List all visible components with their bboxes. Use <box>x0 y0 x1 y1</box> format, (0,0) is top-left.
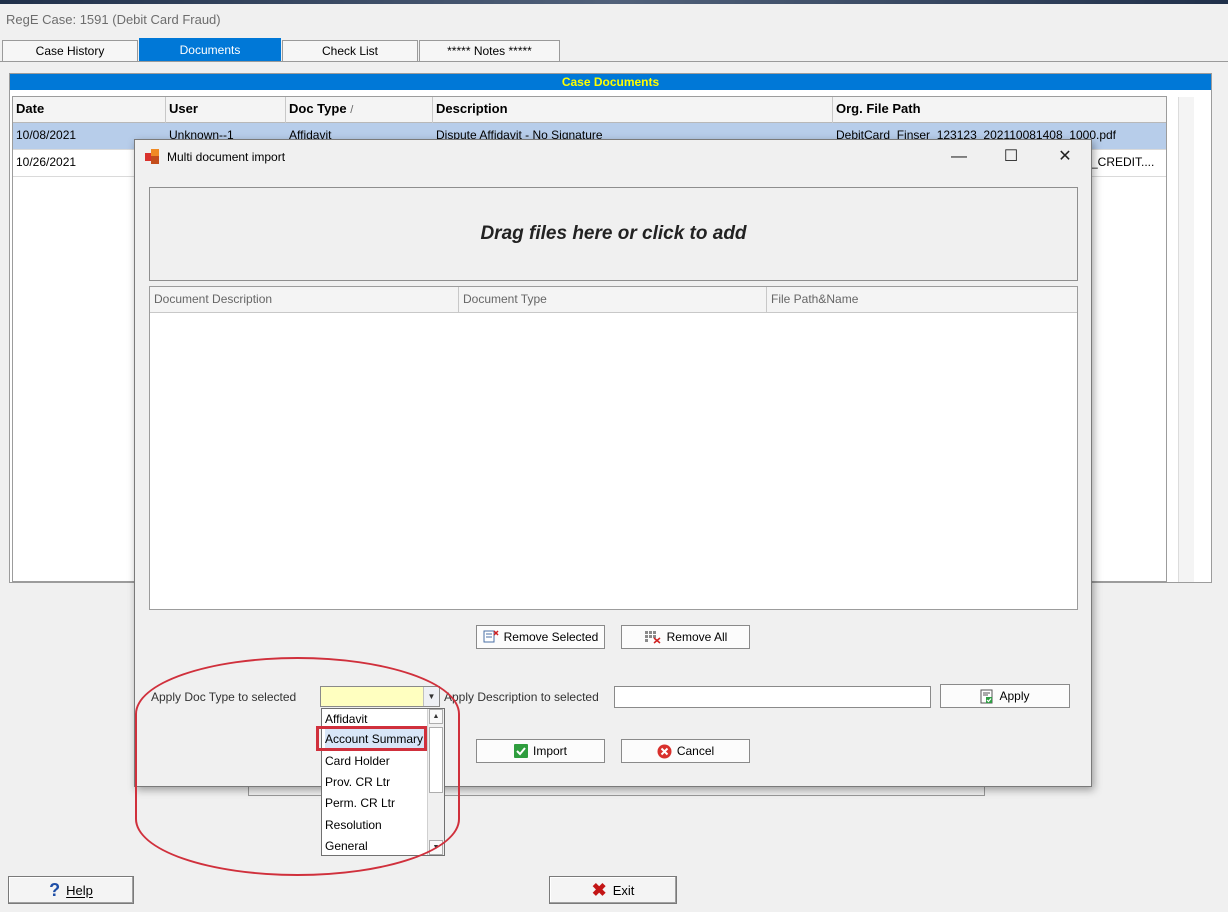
col-file-path[interactable]: Org. File Path <box>833 97 1166 123</box>
multi-document-import-dialog: Multi document import — ☐ ✕ Drag files h… <box>134 139 1092 856</box>
import-label: Import <box>532 744 567 758</box>
scroll-down-icon[interactable]: ▼ <box>429 840 443 855</box>
panel-scrollbar[interactable] <box>1178 97 1194 582</box>
case-documents-header: Case Documents <box>10 74 1211 90</box>
col-file-path-name[interactable]: File Path&Name <box>767 287 1077 313</box>
exit-label: Exit <box>612 882 635 898</box>
dropdown-option-prov-cr-ltr[interactable]: Prov. CR Ltr <box>325 772 390 792</box>
apply-icon <box>980 689 993 703</box>
cell-file-path: _CREDIT.... <box>1091 155 1155 169</box>
col-date[interactable]: Date <box>13 97 166 123</box>
tab-documents[interactable]: Documents <box>139 38 281 62</box>
description-input[interactable] <box>614 686 931 708</box>
help-icon: ? <box>49 879 61 900</box>
dropdown-option-perm-cr-ltr[interactable]: Perm. CR Ltr <box>325 793 395 813</box>
tab-notes[interactable]: ***** Notes ***** <box>419 40 560 62</box>
tab-divider <box>0 61 1228 62</box>
dropdown-scrollbar[interactable]: ▲ ▼ <box>427 709 444 855</box>
col-document-description[interactable]: Document Description <box>150 287 459 313</box>
window-top-strip <box>0 0 1228 4</box>
apply-doctype-label: Apply Doc Type to selected <box>151 690 297 704</box>
exit-icon: ✖ <box>591 879 607 900</box>
cancel-button[interactable]: Cancel <box>621 739 750 763</box>
col-description[interactable]: Description <box>433 97 833 123</box>
help-button[interactable]: ? Help <box>8 876 134 904</box>
dropdown-option-general[interactable]: General <box>325 836 368 856</box>
maximize-icon[interactable]: ☐ <box>991 144 1031 170</box>
dropdown-option-affidavit[interactable]: Affidavit <box>325 709 367 729</box>
apply-button[interactable]: Apply <box>940 684 1070 708</box>
import-button[interactable]: Import <box>476 739 605 763</box>
apply-description-label: Apply Description to selected <box>444 690 599 704</box>
col-user[interactable]: User <box>166 97 286 123</box>
col-doc-type-label: Doc Type <box>289 101 347 116</box>
doc-type-combo[interactable]: ▼ <box>320 686 440 707</box>
apply-label: Apply <box>999 689 1030 703</box>
drop-zone-text: Drag files here or click to add <box>480 223 747 244</box>
minimize-icon[interactable]: — <box>939 144 979 170</box>
scroll-up-icon[interactable]: ▲ <box>429 709 443 724</box>
app-icon <box>145 149 161 165</box>
help-label: Help <box>66 882 93 898</box>
scroll-thumb[interactable] <box>429 727 443 793</box>
window-title: RegE Case: 1591 (Debit Card Fraud) <box>6 12 221 27</box>
remove-all-label: Remove All <box>666 630 728 644</box>
sort-indicator-icon: / <box>350 104 354 116</box>
dropdown-option-account-summary[interactable]: Account Summary <box>325 729 425 749</box>
checkmark-icon <box>513 744 528 758</box>
remove-selected-icon <box>483 630 499 643</box>
chevron-down-icon[interactable]: ▼ <box>423 687 439 706</box>
exit-button[interactable]: ✖ Exit <box>549 876 677 904</box>
doc-type-dropdown-list[interactable]: Affidavit Account Summary Card Holder Pr… <box>321 708 445 856</box>
file-drop-zone[interactable]: Drag files here or click to add <box>149 187 1078 281</box>
remove-all-icon <box>644 631 661 644</box>
remove-all-button[interactable]: Remove All <box>621 625 750 649</box>
cancel-icon <box>657 744 672 758</box>
dropdown-option-resolution[interactable]: Resolution <box>325 815 382 835</box>
remove-selected-button[interactable]: Remove Selected <box>476 625 605 649</box>
import-files-grid[interactable]: Document Description Document Type File … <box>149 286 1078 610</box>
tab-check-list[interactable]: Check List <box>282 40 418 62</box>
close-icon[interactable]: ✕ <box>1045 144 1085 170</box>
cancel-label: Cancel <box>676 744 715 758</box>
dropdown-option-card-holder[interactable]: Card Holder <box>325 751 390 771</box>
col-document-type[interactable]: Document Type <box>459 287 767 313</box>
remove-selected-label: Remove Selected <box>503 630 599 644</box>
tab-case-history[interactable]: Case History <box>2 40 138 62</box>
grid-header-row: Date User Doc Type / Description Org. Fi… <box>13 97 1166 123</box>
col-doc-type[interactable]: Doc Type / <box>286 97 433 123</box>
dialog-title: Multi document import <box>167 150 286 164</box>
